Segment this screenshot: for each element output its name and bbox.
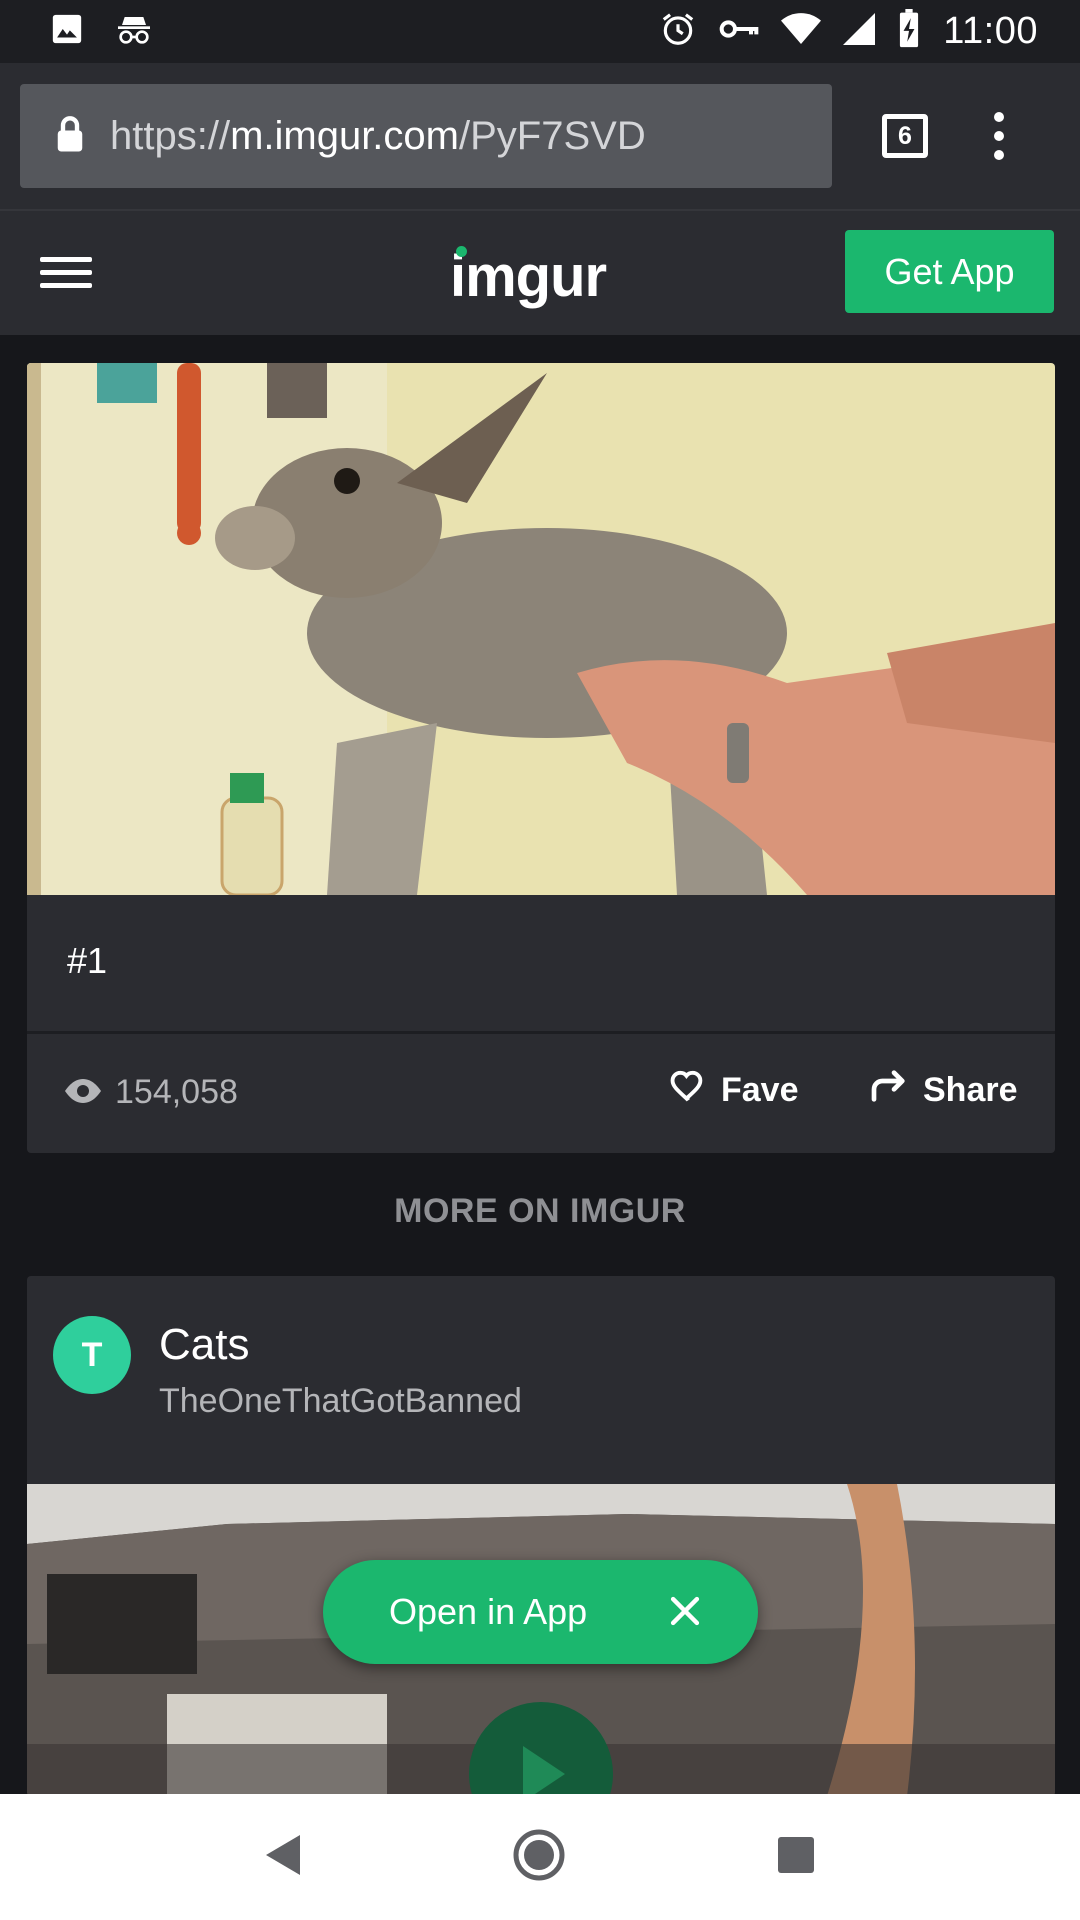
url-path: /PyF7SVD [459,113,646,158]
post-image[interactable] [27,363,1055,895]
open-in-app-label: Open in App [389,1591,588,1632]
heart-icon [669,1069,707,1112]
gallery-title[interactable]: Cats [159,1320,249,1370]
hamburger-line [40,283,92,288]
share-arrow-icon [869,1069,909,1112]
view-count-value: 154,058 [115,1073,238,1111]
menu-dot [994,112,1004,122]
logo-dot [456,246,467,257]
gallery-card[interactable]: T Cats TheOneThatGotBanned [27,1276,1055,1796]
recents-icon[interactable] [777,1836,814,1878]
image-icon [50,12,84,51]
share-label: Share [923,1071,1018,1109]
avatar[interactable]: T [53,1316,131,1394]
hamburger-menu-icon[interactable] [40,257,92,288]
fave-button[interactable]: Fave [669,1069,799,1112]
post-card: #1 154,058 Fave Share [27,363,1055,1153]
address-bar[interactable]: https://m.imgur.com/PyF7SVD [20,84,832,188]
signal-icon [843,12,876,51]
divider [27,1031,1055,1034]
lock-icon [56,115,84,157]
url-host: m.imgur.com [230,113,459,158]
back-icon[interactable] [266,1834,301,1880]
eye-icon [65,1073,101,1112]
more-on-imgur-heading: MORE ON IMGUR [394,1192,686,1230]
alarm-icon [659,10,697,53]
menu-dot [994,131,1004,141]
fave-label: Fave [721,1071,799,1109]
wifi-icon [781,12,822,51]
incognito-icon [114,12,154,51]
status-time: 11:00 [943,10,1038,52]
home-icon[interactable] [513,1829,565,1886]
menu-dot [994,150,1004,160]
system-nav-bar [0,1794,1080,1920]
view-count: 154,058 [65,1073,238,1112]
app-header: imgur Get App [0,209,1080,335]
get-app-button[interactable]: Get App [845,230,1054,313]
tab-count: 6 [898,121,912,150]
hamburger-line [40,257,92,262]
share-button[interactable]: Share [869,1069,1018,1112]
browser-menu-button[interactable] [994,112,1004,160]
vpn-key-icon [719,14,759,49]
post-caption: #1 [67,940,108,981]
status-bar: 11:00 [0,0,1080,63]
battery-charging-icon [897,9,921,54]
imgur-logo[interactable]: imgur [450,243,607,310]
open-in-app-button[interactable]: Open in App [323,1560,758,1664]
hamburger-line [40,270,92,275]
close-icon[interactable] [668,1594,702,1637]
gallery-username[interactable]: TheOneThatGotBanned [159,1382,522,1421]
url-text: https://m.imgur.com/PyF7SVD [110,114,646,159]
tab-switcher-button[interactable]: 6 [882,114,928,158]
url-scheme: https:// [110,113,231,158]
browser-toolbar: https://m.imgur.com/PyF7SVD 6 [0,63,1080,209]
screen: 11:00 https://m.imgur.com/PyF7SVD 6 imgu… [0,0,1080,1920]
